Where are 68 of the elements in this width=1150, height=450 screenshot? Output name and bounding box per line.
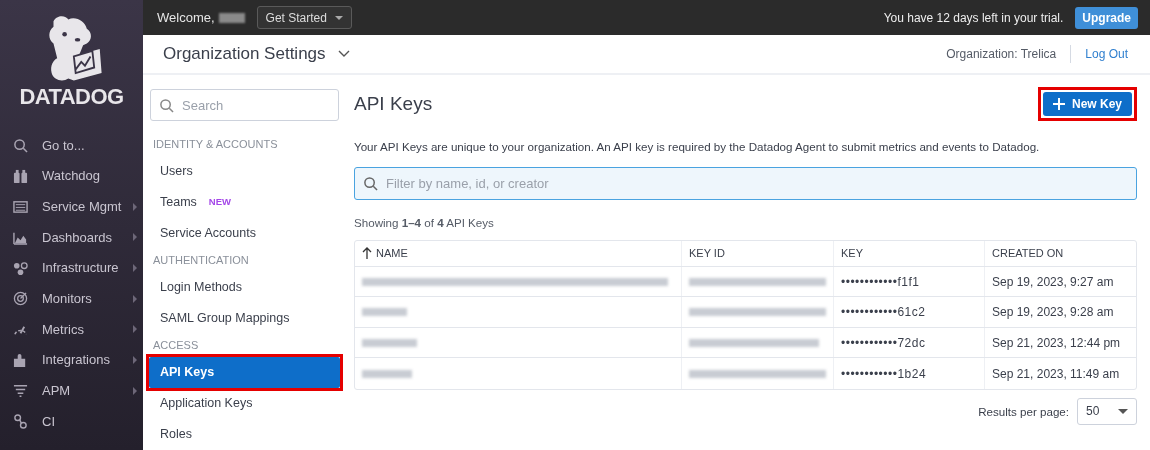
redacted-text xyxy=(362,338,417,347)
nav-item[interactable]: APM xyxy=(0,375,143,407)
sort-up-icon xyxy=(362,247,372,260)
caret-icon xyxy=(1118,408,1128,414)
results-per-page-select[interactable]: 50 xyxy=(1077,397,1137,425)
description-text: Your API Keys are unique to your organization. An API key is required by the Datadog Agent to submit metrics and events to Datadog. xyxy=(354,139,1041,155)
table-cell: Sep 21, 2023, 11:49 am xyxy=(984,358,1136,389)
nav-item[interactable]: Monitors xyxy=(0,283,143,315)
filter-field[interactable]: Filter by name, id, or creator xyxy=(354,167,1137,201)
settings-menu-item[interactable]: Service Accounts xyxy=(149,218,340,249)
nav-item[interactable]: Metrics xyxy=(0,314,143,345)
new-key-button[interactable]: New Key xyxy=(1042,92,1132,116)
column-header[interactable]: CREATED ON xyxy=(984,240,1136,266)
caret-icon xyxy=(334,15,343,20)
get-started-button[interactable]: Get Started xyxy=(256,6,352,29)
settings-menu-item[interactable]: Application Keys xyxy=(149,388,340,419)
redacted-text xyxy=(362,308,407,317)
search-icon xyxy=(363,176,378,192)
settings-menu-item[interactable]: Teams NEW xyxy=(149,187,340,218)
target-icon xyxy=(13,291,28,307)
organization-settings-dropdown[interactable]: Organization Settings xyxy=(163,41,350,67)
nav-item[interactable]: Infrastructure xyxy=(0,252,143,284)
section-heading: AUTHENTICATION xyxy=(152,253,250,269)
section-heading: ACCESS xyxy=(152,338,200,354)
column-header[interactable]: KEY xyxy=(833,240,984,266)
link-icon xyxy=(13,414,28,430)
column-header[interactable]: KEY ID xyxy=(681,240,833,266)
settings-menu-item[interactable]: Roles xyxy=(149,419,340,450)
results-per-page-label: Results per page: xyxy=(978,403,1069,420)
table-cell: ••••••••••••1b24 xyxy=(833,358,984,389)
nav-item[interactable]: Integrations xyxy=(0,344,143,376)
brand-name: DATADOG xyxy=(19,86,124,108)
nav-item[interactable]: Go to... xyxy=(0,130,143,161)
logout-link[interactable]: Log Out xyxy=(1085,45,1130,63)
list-icon xyxy=(13,199,28,215)
column-header[interactable]: NAME xyxy=(355,240,681,266)
search-field[interactable]: Search xyxy=(150,89,339,121)
table-cell: Sep 19, 2023, 9:27 am xyxy=(984,266,1136,297)
puzzle-icon xyxy=(13,352,28,368)
nav-item[interactable]: Watchdog xyxy=(0,160,143,192)
settings-menu-item[interactable]: SAML Group Mappings xyxy=(149,303,340,334)
results-count: Showing 1–4 of 4 API Keys xyxy=(354,215,495,232)
welcome-text: Welcome, xyxy=(157,8,215,27)
organization-name: Organization: Trelica xyxy=(946,46,1057,63)
binoculars-icon xyxy=(13,168,28,184)
settings-menu-item[interactable]: Login Methods xyxy=(149,272,340,303)
settings-menu-item[interactable]: Users xyxy=(149,156,340,187)
dots-icon xyxy=(13,260,28,276)
search-icon xyxy=(159,98,174,113)
plus-icon xyxy=(1052,98,1065,110)
nav-item[interactable]: CI xyxy=(0,406,143,437)
new-label: NEW xyxy=(208,195,231,210)
table-cell: ••••••••••••72dc xyxy=(833,327,984,358)
nav-item[interactable]: Dashboards xyxy=(0,222,143,253)
filter-icon xyxy=(13,383,28,399)
table-cell: ••••••••••••61c2 xyxy=(833,297,984,327)
nav-item[interactable]: Service Mgmt xyxy=(0,191,143,223)
chevron-down-icon xyxy=(337,50,350,58)
section-heading: IDENTITY & ACCOUNTS xyxy=(152,137,279,153)
settings-menu-item[interactable]: API Keys xyxy=(149,357,340,388)
table-cell: Sep 21, 2023, 12:44 pm xyxy=(984,327,1136,358)
redacted-text xyxy=(362,369,412,378)
search-icon xyxy=(13,137,28,153)
trial-notice: You have 12 days left in your trial. xyxy=(883,9,1064,27)
table-cell: Sep 19, 2023, 9:28 am xyxy=(984,297,1136,327)
page-title: API Keys xyxy=(354,91,433,116)
table-cell: ••••••••••••f1f1 xyxy=(833,266,984,297)
redacted-name xyxy=(218,12,245,23)
